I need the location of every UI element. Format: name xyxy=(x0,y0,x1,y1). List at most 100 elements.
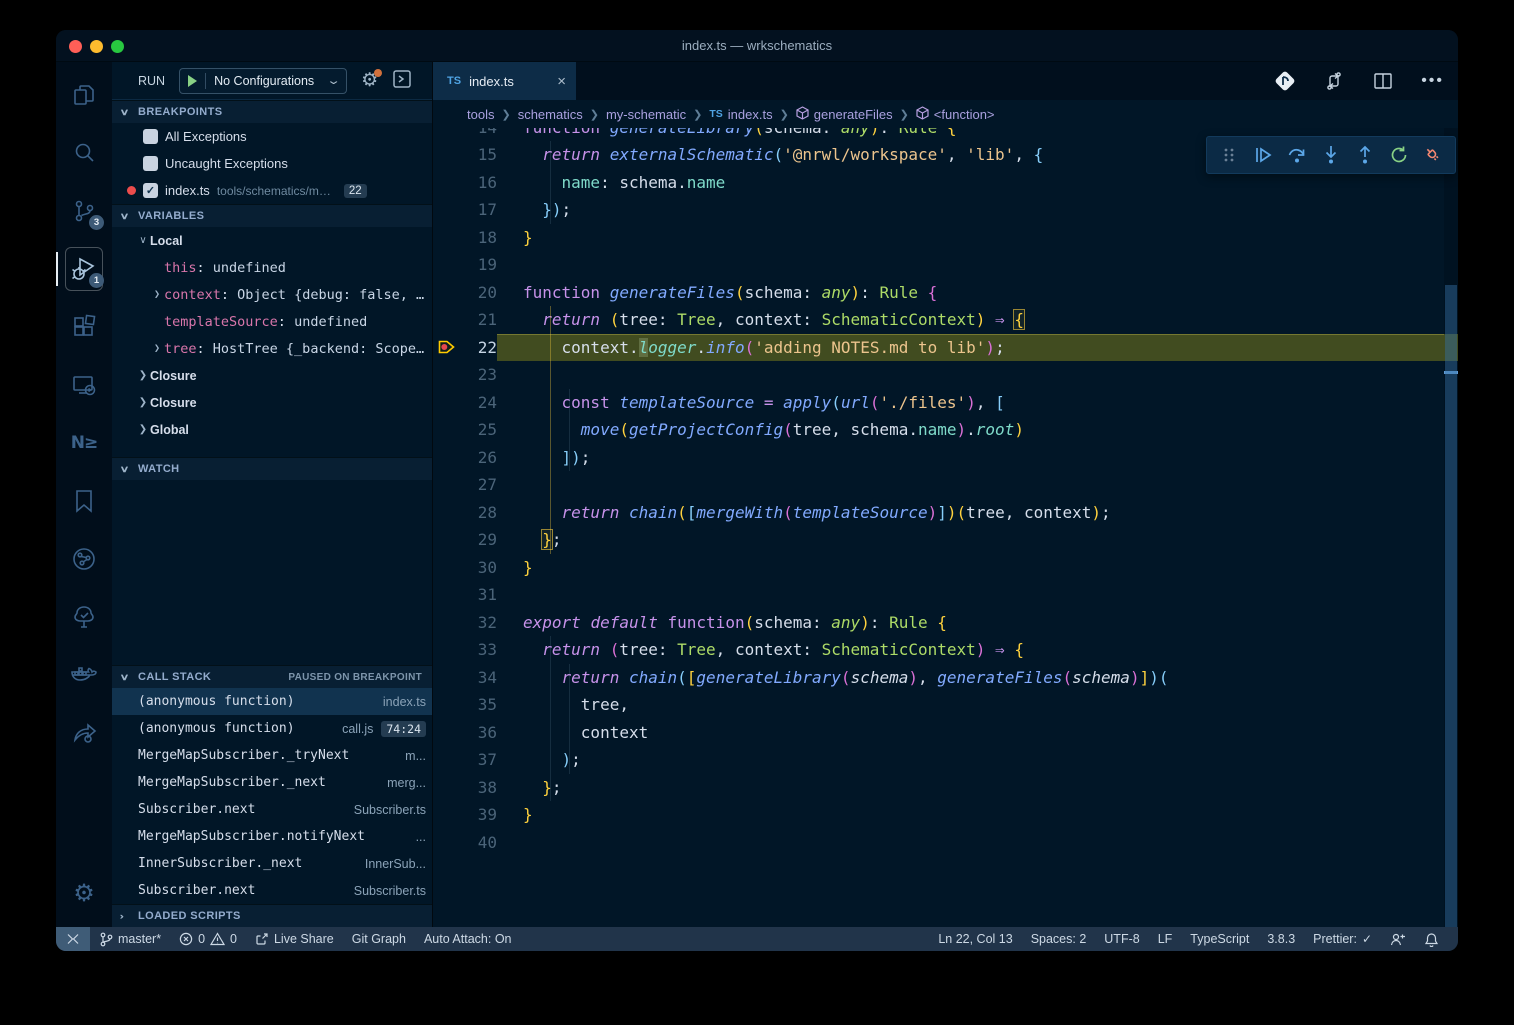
section-header-breakpoints[interactable]: ∨ BREAKPOINTS xyxy=(112,100,432,123)
live-share-button[interactable]: Live Share xyxy=(246,927,343,951)
breadcrumb-item[interactable]: TSindex.ts xyxy=(709,107,772,122)
call-stack-frame[interactable]: InnerSubscriber._next InnerSub... xyxy=(112,850,432,877)
breakpoint-row[interactable]: Uncaught Exceptions xyxy=(112,150,432,177)
chevron-right-icon[interactable]: ❯ xyxy=(136,370,150,381)
eol-setting[interactable]: LF xyxy=(1149,927,1182,951)
close-tab-icon[interactable]: × xyxy=(557,73,566,90)
step-over-button[interactable] xyxy=(1285,143,1309,167)
tab-index-ts[interactable]: TS index.ts × xyxy=(433,62,576,100)
code-line-28[interactable]: 28 return chain([mergeWith(templateSourc… xyxy=(433,499,1444,527)
chevron-down-icon[interactable]: ∨ xyxy=(136,235,150,246)
section-header-variables[interactable]: ∨ VARIABLES xyxy=(112,204,432,227)
code-line-31[interactable]: 31 xyxy=(433,581,1444,609)
code-line-20[interactable]: 20 function generateFiles(schema: any): … xyxy=(433,279,1444,307)
code-line-29[interactable]: 29 }; xyxy=(433,526,1444,554)
disconnect-button[interactable] xyxy=(1421,143,1445,167)
code-line-18[interactable]: 18 } xyxy=(433,224,1444,252)
encoding-setting[interactable]: UTF-8 xyxy=(1095,927,1148,951)
breakpoint-gutter[interactable] xyxy=(433,340,459,354)
code-line-40[interactable]: 40 xyxy=(433,829,1444,857)
git-graph-button[interactable]: Git Graph xyxy=(343,927,415,951)
sidebar-item-remote-explorer[interactable] xyxy=(60,360,108,410)
debug-breakpoint-arrow-icon[interactable] xyxy=(438,340,455,354)
code-line-23[interactable]: 23 xyxy=(433,361,1444,389)
call-stack-frame[interactable]: MergeMapSubscriber.notifyNext ... xyxy=(112,823,432,850)
split-editor-icon[interactable] xyxy=(1372,70,1394,92)
sidebar-item-git-graph[interactable] xyxy=(60,534,108,584)
manage-button[interactable]: ⚙ xyxy=(60,869,108,919)
sidebar-item-docker[interactable] xyxy=(60,650,108,700)
typescript-version[interactable]: 3.8.3 xyxy=(1258,927,1304,951)
more-actions-icon[interactable]: ••• xyxy=(1421,72,1444,90)
code-line-27[interactable]: 27 xyxy=(433,471,1444,499)
code-line-19[interactable]: 19 xyxy=(433,251,1444,279)
breadcrumb-item[interactable]: my-schematic xyxy=(606,107,686,122)
remote-indicator[interactable] xyxy=(56,927,90,951)
code-line-26[interactable]: 26 ]); xyxy=(433,444,1444,472)
code-line-37[interactable]: 37 ); xyxy=(433,746,1444,774)
call-stack-frame[interactable]: Subscriber.next Subscriber.ts xyxy=(112,796,432,823)
breadcrumb-item[interactable]: schematics xyxy=(518,107,583,122)
section-header-watch[interactable]: ∨ WATCH xyxy=(112,457,432,480)
call-stack-frame[interactable]: MergeMapSubscriber._tryNext m... xyxy=(112,742,432,769)
problems-status[interactable]: 0 0 xyxy=(170,927,246,951)
section-header-loaded-scripts[interactable]: › LOADED SCRIPTS xyxy=(112,904,432,927)
chevron-right-icon[interactable]: ❯ xyxy=(150,289,164,300)
code-line-36[interactable]: 36 context xyxy=(433,719,1444,747)
code-line-34[interactable]: 34 return chain([generateLibrary(schema)… xyxy=(433,664,1444,692)
call-stack-frame[interactable]: Subscriber.next Subscriber.ts xyxy=(112,877,432,904)
breadcrumb-item[interactable]: generateFiles xyxy=(796,106,893,123)
sidebar-item-run-and-debug[interactable]: 1 xyxy=(60,244,108,294)
close-window-button[interactable] xyxy=(69,40,82,53)
breakpoint-checkbox[interactable]: ✓ xyxy=(143,183,158,198)
variable-scope-row[interactable]: ∨ Local xyxy=(112,227,432,254)
indentation-setting[interactable]: Spaces: 2 xyxy=(1022,927,1096,951)
notifications-button[interactable] xyxy=(1415,927,1448,951)
compare-changes-icon[interactable] xyxy=(1323,70,1345,92)
open-changes-icon[interactable] xyxy=(1274,70,1296,92)
call-stack-frame[interactable]: MergeMapSubscriber._next merg... xyxy=(112,769,432,796)
code-line-38[interactable]: 38 }; xyxy=(433,774,1444,802)
variable-scope-row[interactable]: ❯ Closure xyxy=(112,362,432,389)
code-line-32[interactable]: 32 export default function(schema: any):… xyxy=(433,609,1444,637)
sidebar-item-explorer[interactable] xyxy=(60,70,108,120)
breadcrumb-item[interactable]: <function> xyxy=(916,106,995,123)
code-line-33[interactable]: 33 return (tree: Tree, context: Schemati… xyxy=(433,636,1444,664)
code-line-17[interactable]: 17 }); xyxy=(433,196,1444,224)
editor-scrollbar[interactable] xyxy=(1444,128,1458,927)
cursor-position[interactable]: Ln 22, Col 13 xyxy=(929,927,1021,951)
sidebar-item-extensions[interactable] xyxy=(60,302,108,352)
maximize-window-button[interactable] xyxy=(111,40,124,53)
variable-scope-row[interactable]: ❯ Closure xyxy=(112,389,432,416)
sidebar-item-bookmarks[interactable] xyxy=(60,476,108,526)
step-out-button[interactable] xyxy=(1353,143,1377,167)
scrollbar-thumb[interactable] xyxy=(1445,285,1457,927)
sidebar-item-source-control[interactable]: 3 xyxy=(60,186,108,236)
breakpoint-checkbox[interactable] xyxy=(143,129,158,144)
code-line-24[interactable]: 24 const templateSource = apply(url('./f… xyxy=(433,389,1444,417)
code-line-39[interactable]: 39 } xyxy=(433,801,1444,829)
breakpoint-checkbox[interactable] xyxy=(143,156,158,171)
section-header-call-stack[interactable]: ∨ CALL STACK PAUSED ON BREAKPOINT xyxy=(112,665,432,688)
sidebar-item-search[interactable] xyxy=(60,128,108,178)
code-line-30[interactable]: 30 } xyxy=(433,554,1444,582)
code-line-25[interactable]: 25 move(getProjectConfig(tree, schema.na… xyxy=(433,416,1444,444)
sidebar-item-test-explorer[interactable] xyxy=(60,592,108,642)
variable-row[interactable]: ❯ tree: HostTree {_backend: ScopedH… xyxy=(112,335,432,362)
prettier-status[interactable]: Prettier: ✓ xyxy=(1304,927,1381,951)
code-editor[interactable]: 14 function generateLibrary(schema: any)… xyxy=(433,128,1458,927)
code-line-35[interactable]: 35 tree, xyxy=(433,691,1444,719)
step-into-button[interactable] xyxy=(1319,143,1343,167)
call-stack-frame[interactable]: (anonymous function) index.ts xyxy=(112,688,432,715)
configure-launch-button[interactable]: ⚙ xyxy=(361,71,378,90)
chevron-right-icon[interactable]: ❯ xyxy=(136,424,150,435)
minimize-window-button[interactable] xyxy=(90,40,103,53)
breadcrumb-item[interactable]: tools xyxy=(467,107,494,122)
feedback-button[interactable] xyxy=(1381,927,1415,951)
language-mode[interactable]: TypeScript xyxy=(1181,927,1258,951)
chevron-right-icon[interactable]: ❯ xyxy=(150,343,164,354)
chevron-right-icon[interactable]: ❯ xyxy=(136,397,150,408)
continue-button[interactable] xyxy=(1251,143,1275,167)
call-stack-frame[interactable]: (anonymous function) call.js 74:24 xyxy=(112,715,432,742)
branch-status[interactable]: master* xyxy=(90,927,170,951)
